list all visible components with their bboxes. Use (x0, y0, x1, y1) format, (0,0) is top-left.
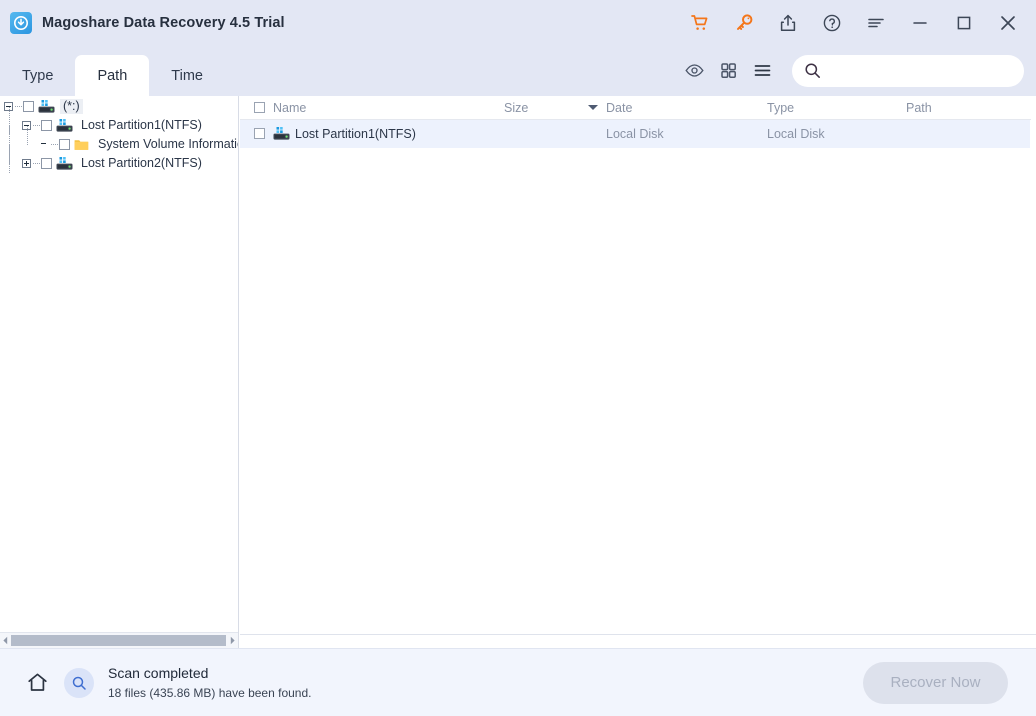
tree-expander-spacer (40, 140, 49, 149)
tree-vline (9, 145, 10, 164)
key-icon[interactable] (722, 0, 766, 45)
status-bar: Scan completed 18 files (435.86 MB) have… (0, 648, 1036, 716)
scroll-right-arrow[interactable] (227, 633, 238, 649)
tree-connector (15, 106, 23, 107)
recover-now-button[interactable]: Recover Now (863, 661, 1008, 704)
tab-time[interactable]: Time (149, 55, 225, 96)
maximize-icon[interactable] (942, 0, 986, 45)
tree-node-lost-partition1[interactable]: Lost Partition1(NTFS) (0, 107, 238, 135)
column-header-name[interactable]: Name (273, 101, 306, 115)
search-icon (804, 62, 821, 79)
status-title: Scan completed (108, 664, 209, 681)
grid-view-icon[interactable] (712, 55, 744, 87)
tree-node-label: System Volume Information (98, 137, 239, 151)
tree-node-system-volume-information[interactable]: System Volume Information (0, 126, 239, 173)
row-checkbox[interactable] (254, 128, 265, 139)
list-view-icon[interactable] (746, 55, 778, 87)
main-content: (*:) Lost Partition1(NTFS) System Volume… (0, 96, 1036, 648)
row-cell-name: Lost Partition1(NTFS) (295, 127, 416, 141)
tree-connector (51, 144, 59, 145)
scrollbar-thumb[interactable] (11, 634, 226, 646)
path-tree: (*:) Lost Partition1(NTFS) System Volume… (0, 96, 238, 173)
tree-connector (33, 163, 41, 164)
tree-checkbox[interactable] (59, 139, 70, 150)
sort-indicator-icon (588, 105, 598, 110)
toolbar-tools (678, 45, 1024, 96)
table-row[interactable]: Lost Partition1(NTFS) Local Disk Local D… (240, 120, 1030, 148)
column-header-type[interactable]: Type (767, 101, 794, 115)
search-box[interactable] (792, 54, 1024, 87)
path-tree-panel[interactable]: (*:) Lost Partition1(NTFS) System Volume… (0, 96, 239, 648)
menu-icon[interactable] (854, 0, 898, 45)
tree-connector (33, 125, 41, 126)
cart-icon[interactable] (678, 0, 722, 45)
scroll-left-arrow[interactable] (0, 633, 11, 649)
tree-horizontal-scrollbar[interactable] (0, 632, 238, 648)
tab-type[interactable]: Type (0, 55, 75, 96)
row-cell-type: Local Disk (767, 127, 825, 141)
folder-icon (74, 138, 89, 151)
tree-checkbox[interactable] (41, 158, 52, 169)
window-title: Magoshare Data Recovery 4.5 Trial (42, 14, 285, 31)
tree-node-label: Lost Partition2(NTFS) (81, 156, 202, 170)
disk-icon (56, 157, 73, 170)
toolbar: Type Path Time (0, 45, 1036, 96)
disk-icon (56, 119, 73, 132)
app-logo-icon (10, 11, 32, 34)
column-header-date[interactable]: Date (606, 101, 632, 115)
row-cell-date: Local Disk (606, 127, 664, 141)
tree-node-root[interactable]: (*:) (0, 97, 238, 116)
file-list-panel: Name Size Date Type Path Lost Partition1… (240, 96, 1036, 648)
tree-checkbox[interactable] (41, 120, 52, 131)
search-input[interactable] (827, 63, 1012, 78)
scan-search-icon[interactable] (64, 667, 94, 698)
tree-expander-expand[interactable] (22, 159, 31, 168)
title-bar: Magoshare Data Recovery 4.5 Trial (0, 0, 1036, 45)
tree-node-label: Lost Partition1(NTFS) (81, 118, 202, 132)
column-header-path[interactable]: Path (906, 101, 932, 115)
status-message: Scan completed 18 files (435.86 MB) have… (108, 664, 311, 701)
disk-icon (38, 100, 55, 113)
file-list-header: Name Size Date Type Path (240, 96, 1031, 120)
file-list-footer-divider (240, 634, 1036, 648)
tree-vline (27, 126, 28, 145)
status-subtitle: 18 files (435.86 MB) have been found. (108, 685, 312, 700)
help-icon[interactable] (810, 0, 854, 45)
select-all-checkbox[interactable] (254, 102, 265, 113)
category-tabs: Type Path Time (0, 45, 225, 96)
share-icon[interactable] (766, 0, 810, 45)
preview-eye-icon[interactable] (678, 55, 710, 87)
column-header-size[interactable]: Size (504, 101, 528, 115)
tree-node-lost-partition2[interactable]: Lost Partition2(NTFS) (0, 145, 238, 173)
close-icon[interactable] (986, 0, 1030, 45)
tab-path[interactable]: Path (75, 55, 150, 96)
tree-checkbox[interactable] (23, 101, 34, 112)
scrollbar-track[interactable] (11, 633, 227, 649)
tree-node-label: (*:) (60, 99, 83, 114)
home-icon[interactable] (24, 670, 50, 696)
minimize-icon[interactable] (898, 0, 942, 45)
disk-icon (273, 127, 290, 143)
